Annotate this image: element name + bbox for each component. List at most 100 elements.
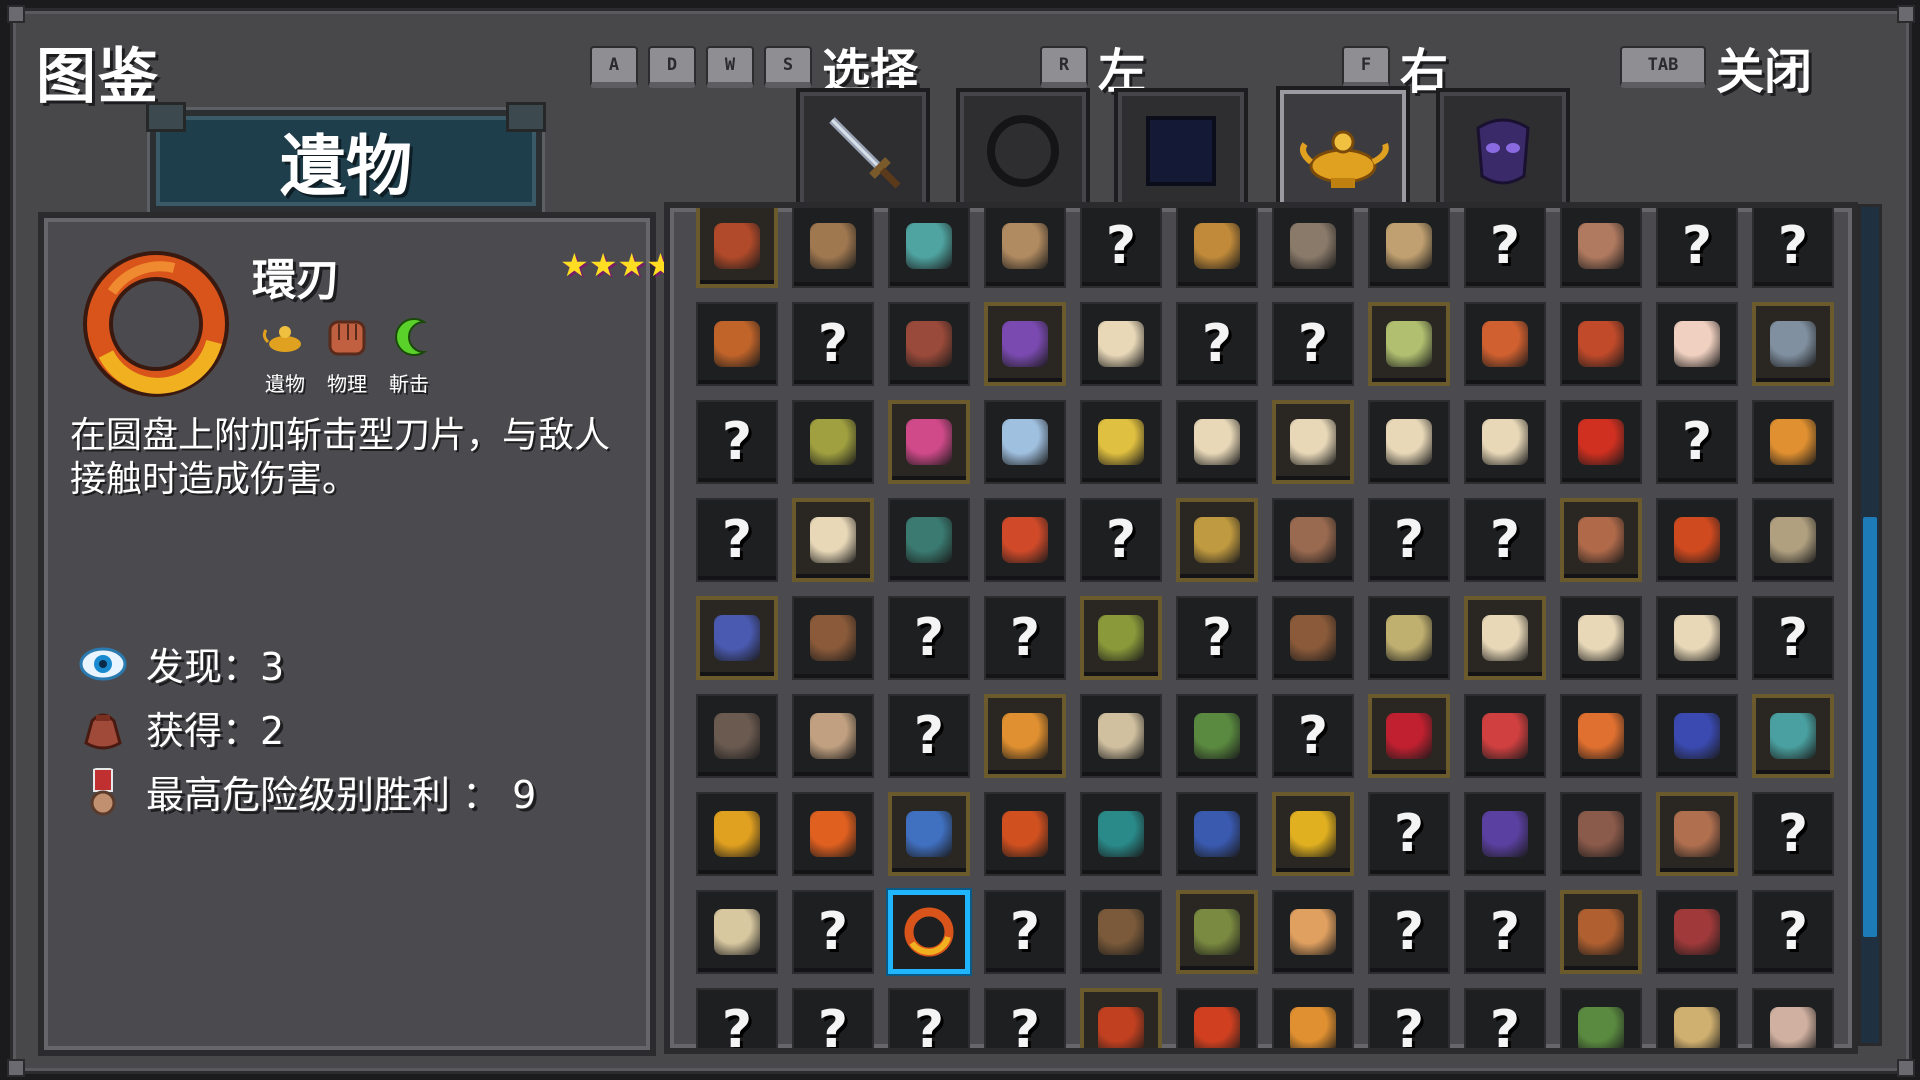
unknown-relic-cell[interactable]: ? xyxy=(1464,498,1546,582)
unknown-relic-cell[interactable]: ? xyxy=(1368,890,1450,974)
unknown-relic-cell[interactable]: ? xyxy=(888,596,970,680)
unknown-relic-cell[interactable]: ? xyxy=(1272,302,1354,386)
unknown-relic-cell[interactable]: ? xyxy=(888,988,970,1048)
relic-cell[interactable] xyxy=(1176,498,1258,582)
relic-cell[interactable] xyxy=(1176,400,1258,484)
unknown-relic-cell[interactable]: ? xyxy=(1464,208,1546,288)
relic-cell[interactable] xyxy=(888,792,970,876)
unknown-relic-cell[interactable]: ? xyxy=(1752,890,1834,974)
relic-cell[interactable] xyxy=(792,498,874,582)
relic-cell[interactable] xyxy=(1560,400,1642,484)
relic-cell[interactable] xyxy=(1464,792,1546,876)
key-s[interactable]: S xyxy=(764,46,812,88)
relic-cell[interactable] xyxy=(1272,498,1354,582)
unknown-relic-cell[interactable]: ? xyxy=(1080,208,1162,288)
relic-cell[interactable] xyxy=(1752,302,1834,386)
scrollbar-thumb[interactable] xyxy=(1863,517,1877,937)
relic-cell[interactable] xyxy=(1080,792,1162,876)
relic-cell[interactable] xyxy=(1656,596,1738,680)
relic-cell[interactable] xyxy=(1656,694,1738,778)
relic-cell[interactable] xyxy=(1176,792,1258,876)
tab-dark[interactable] xyxy=(1114,88,1248,214)
relic-cell[interactable] xyxy=(696,792,778,876)
relic-cell[interactable] xyxy=(1464,400,1546,484)
relic-cell[interactable] xyxy=(792,208,874,288)
relic-cell[interactable] xyxy=(1272,208,1354,288)
relic-cell[interactable] xyxy=(696,890,778,974)
unknown-relic-cell[interactable]: ? xyxy=(984,890,1066,974)
relic-cell[interactable] xyxy=(984,694,1066,778)
relic-cell[interactable] xyxy=(1560,498,1642,582)
relic-cell[interactable] xyxy=(1272,988,1354,1048)
relic-cell[interactable] xyxy=(1080,596,1162,680)
relic-cell[interactable] xyxy=(1560,596,1642,680)
unknown-relic-cell[interactable]: ? xyxy=(1176,302,1258,386)
unknown-relic-cell[interactable]: ? xyxy=(1752,792,1834,876)
relic-cell[interactable] xyxy=(1080,890,1162,974)
relic-cell[interactable] xyxy=(792,400,874,484)
unknown-relic-cell[interactable]: ? xyxy=(1752,596,1834,680)
unknown-relic-cell[interactable]: ? xyxy=(1176,596,1258,680)
relic-cell[interactable] xyxy=(888,302,970,386)
unknown-relic-cell[interactable]: ? xyxy=(984,988,1066,1048)
relic-cell[interactable] xyxy=(1080,694,1162,778)
relic-cell[interactable] xyxy=(984,208,1066,288)
relic-cell[interactable] xyxy=(1080,400,1162,484)
relic-cell[interactable] xyxy=(1464,596,1546,680)
relic-cell[interactable] xyxy=(1176,694,1258,778)
unknown-relic-cell[interactable]: ? xyxy=(1464,890,1546,974)
tab-rings[interactable] xyxy=(956,88,1090,214)
relic-cell[interactable] xyxy=(696,596,778,680)
relic-cell[interactable] xyxy=(792,694,874,778)
relic-cell[interactable] xyxy=(792,596,874,680)
unknown-relic-cell[interactable]: ? xyxy=(792,988,874,1048)
relic-cell[interactable] xyxy=(1368,400,1450,484)
unknown-relic-cell[interactable]: ? xyxy=(1656,400,1738,484)
unknown-relic-cell[interactable]: ? xyxy=(696,498,778,582)
selected-relic-cell[interactable] xyxy=(888,890,970,974)
key-f[interactable]: F xyxy=(1342,46,1390,88)
relic-cell[interactable] xyxy=(1656,792,1738,876)
relic-cell[interactable] xyxy=(1368,208,1450,288)
relic-cell[interactable] xyxy=(1560,792,1642,876)
relic-cell[interactable] xyxy=(1752,694,1834,778)
relic-cell[interactable] xyxy=(1272,400,1354,484)
relic-cell[interactable] xyxy=(1272,792,1354,876)
key-w[interactable]: W xyxy=(706,46,754,88)
relic-cell[interactable] xyxy=(984,498,1066,582)
relic-cell[interactable] xyxy=(1464,694,1546,778)
relic-cell[interactable] xyxy=(888,498,970,582)
tab-weapons[interactable] xyxy=(796,88,930,214)
unknown-relic-cell[interactable]: ? xyxy=(792,302,874,386)
unknown-relic-cell[interactable]: ? xyxy=(1752,208,1834,288)
key-a[interactable]: A xyxy=(590,46,638,88)
relic-cell[interactable] xyxy=(1752,400,1834,484)
relic-cell[interactable] xyxy=(1656,498,1738,582)
relic-cell[interactable] xyxy=(1560,890,1642,974)
unknown-relic-cell[interactable]: ? xyxy=(1272,694,1354,778)
unknown-relic-cell[interactable]: ? xyxy=(984,596,1066,680)
relic-cell[interactable] xyxy=(1560,208,1642,288)
key-tab[interactable]: TAB xyxy=(1620,46,1706,88)
unknown-relic-cell[interactable]: ? xyxy=(1464,988,1546,1048)
unknown-relic-cell[interactable]: ? xyxy=(1368,498,1450,582)
relic-cell[interactable] xyxy=(1368,694,1450,778)
relic-cell[interactable] xyxy=(1656,890,1738,974)
relic-cell[interactable] xyxy=(1752,988,1834,1048)
tab-curses[interactable] xyxy=(1436,88,1570,214)
unknown-relic-cell[interactable]: ? xyxy=(1080,498,1162,582)
relic-cell[interactable] xyxy=(1560,694,1642,778)
relic-cell[interactable] xyxy=(984,792,1066,876)
relic-cell[interactable] xyxy=(1272,596,1354,680)
relic-cell[interactable] xyxy=(1368,596,1450,680)
relic-cell[interactable] xyxy=(1080,302,1162,386)
relic-cell[interactable] xyxy=(1272,890,1354,974)
relic-cell[interactable] xyxy=(696,208,778,288)
unknown-relic-cell[interactable]: ? xyxy=(792,890,874,974)
relic-cell[interactable] xyxy=(792,792,874,876)
relic-cell[interactable] xyxy=(984,302,1066,386)
relic-cell[interactable] xyxy=(1368,302,1450,386)
unknown-relic-cell[interactable]: ? xyxy=(1368,988,1450,1048)
relic-cell[interactable] xyxy=(1752,498,1834,582)
relic-cell[interactable] xyxy=(696,302,778,386)
